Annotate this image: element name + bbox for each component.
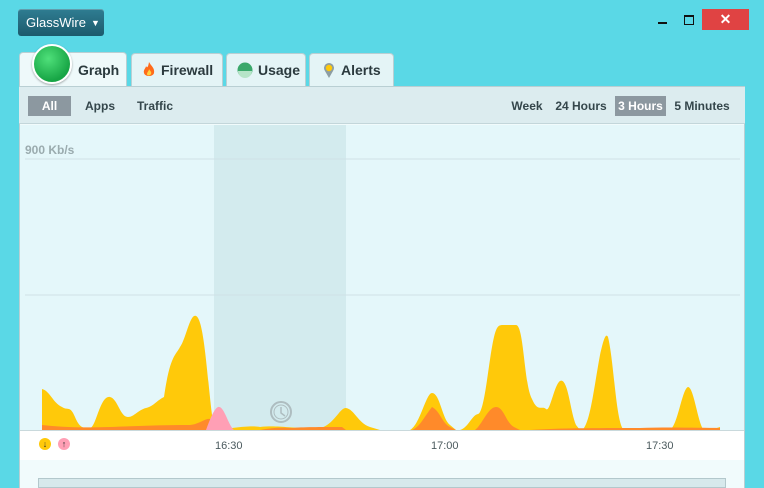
app-list-strip xyxy=(38,478,726,488)
filter-all-button[interactable]: All xyxy=(28,96,71,116)
hover-highlight-band xyxy=(214,125,346,430)
tab-label: Usage xyxy=(258,62,301,78)
chevron-down-icon: ▼ xyxy=(90,17,100,28)
range-5min-label: 5 Minutes xyxy=(674,99,730,113)
time-tick-label: 17:00 xyxy=(431,440,459,452)
download-legend-icon[interactable]: ↓ xyxy=(39,438,51,450)
maximize-button[interactable] xyxy=(676,9,702,30)
range-3h-button[interactable]: 3 Hours xyxy=(615,96,666,116)
upload-legend-glyph: ↑ xyxy=(61,439,67,449)
fire-icon xyxy=(142,62,156,78)
maximize-icon xyxy=(684,14,694,25)
filter-traffic-button[interactable]: Traffic xyxy=(132,96,178,116)
time-tick-label: 17:30 xyxy=(646,440,674,452)
app-menu-button[interactable]: GlassWire ▼ xyxy=(18,9,104,36)
tab-firewall[interactable]: Firewall xyxy=(131,53,223,86)
download-legend-glyph: ↓ xyxy=(42,439,48,449)
time-axis xyxy=(20,430,744,460)
minimize-icon xyxy=(657,21,667,24)
range-5min-button[interactable]: 5 Minutes xyxy=(672,96,732,116)
minimize-button[interactable] xyxy=(650,9,674,30)
tab-alerts[interactable]: Alerts xyxy=(309,53,394,86)
close-icon: ✕ xyxy=(719,11,732,27)
range-week-label: Week xyxy=(511,99,543,113)
incoming-traffic-area xyxy=(42,315,720,430)
graph-scale-label: 900 Kb/s xyxy=(25,143,75,157)
filter-apps-button[interactable]: Apps xyxy=(80,96,120,116)
close-button[interactable]: ✕ xyxy=(702,9,749,30)
range-3h-label: 3 Hours xyxy=(618,99,663,113)
tab-usage[interactable]: Usage xyxy=(226,53,306,86)
filter-all-label: All xyxy=(41,99,58,113)
upload-legend-icon[interactable]: ↑ xyxy=(58,438,70,450)
range-24h-button[interactable]: 24 Hours xyxy=(553,96,609,116)
filter-apps-label: Apps xyxy=(85,99,115,113)
tab-label: Firewall xyxy=(161,62,214,78)
app-menu-label: GlassWire xyxy=(26,15,86,30)
usage-icon xyxy=(237,62,253,78)
range-week-button[interactable]: Week xyxy=(506,96,548,116)
tab-label: Graph xyxy=(78,62,120,78)
tab-label: Alerts xyxy=(341,62,381,78)
glasswire-globe-icon xyxy=(32,44,72,84)
time-tick-label: 16:30 xyxy=(215,440,243,452)
traffic-graph[interactable] xyxy=(20,125,744,430)
clock-icon xyxy=(270,401,292,423)
range-24h-label: 24 Hours xyxy=(555,99,607,113)
alert-pin-icon xyxy=(322,62,336,78)
filter-traffic-label: Traffic xyxy=(136,99,173,113)
